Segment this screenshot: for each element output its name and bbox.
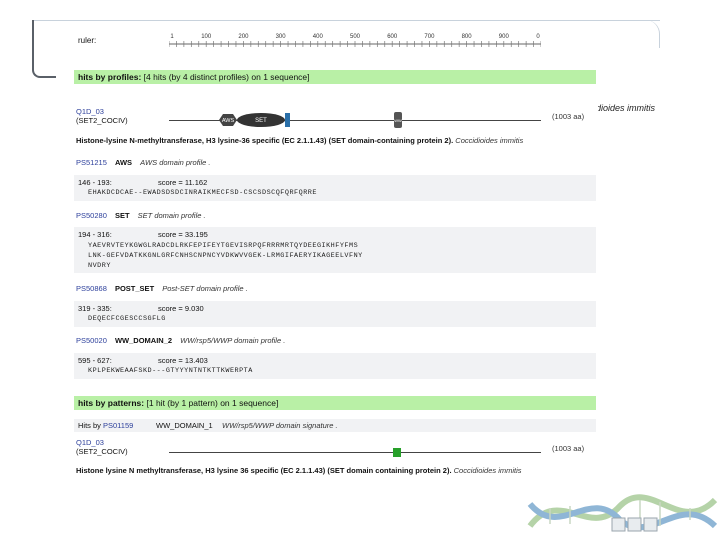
patterns-header-count: [1 hit (by 1 pattern) on 1 sequence]: [146, 398, 279, 408]
hit-name: POST_SET: [114, 284, 155, 293]
hit-sequence-line: KPLPEKWEAAFSKD---GTYYYNTNTKTTKWERPTA: [88, 367, 253, 375]
hit-header-post-set: PS50868 POST_SET Post-SET domain profile…: [74, 284, 596, 293]
hit-name: WW_DOMAIN_2: [114, 336, 173, 345]
ruler-tick-label: 500: [350, 34, 361, 40]
protein-description-text: Histone-lysine N-methyltransferase, H3 l…: [76, 136, 454, 145]
pattern-name: WW_DOMAIN_1: [156, 421, 213, 430]
ruler-label: ruler:: [78, 36, 97, 45]
hit-score: score = 33.195: [158, 230, 208, 239]
dna-helix-decoration: [527, 494, 718, 532]
hit-description: WW/rsp5/WWP domain profile .: [180, 336, 286, 345]
hit-sequence-line: EHAKDCDCAE--EWADSDSDCINRAIKMECFSD-CSCSDS…: [88, 189, 317, 197]
protein-name: (SET2_COCIV): [76, 447, 128, 456]
patterns-header-label: hits by patterns:: [78, 398, 145, 408]
hit-range: 194 - 316:: [78, 230, 112, 239]
hit-header-ww: PS50020 WW_DOMAIN_2 WW/rsp5/WWP domain p…: [74, 336, 596, 345]
slide-frame-top-line: [32, 20, 660, 21]
ruler-tick-label: 800: [462, 34, 473, 40]
pattern-accession-link[interactable]: PS01159: [103, 421, 133, 430]
logo-box-3: [643, 517, 658, 532]
hit-header-set: PS50280 SET SET domain profile .: [74, 211, 596, 220]
protein-description-2: Histone lysine N methyltransferase, H3 l…: [74, 466, 596, 475]
hit-score: score = 13.403: [158, 356, 208, 365]
hit-score: score = 9.030: [158, 304, 204, 313]
protein-description: Histone-lysine N-methyltransferase, H3 l…: [74, 136, 596, 145]
hit-detail-set: 194 - 316: score = 33.195 YAEVRVTEYKGWGL…: [74, 227, 596, 273]
slide-frame-corner: [600, 20, 660, 48]
hit-range: 319 - 335:: [78, 304, 112, 313]
hit-detail-aws: 146 - 193: score = 11.162 EHAKDCDCAE--EW…: [74, 175, 596, 201]
hit-accession-link[interactable]: PS51215: [74, 158, 107, 167]
hit-name: SET: [114, 211, 130, 220]
protein-length: (1003 aa): [552, 112, 585, 121]
ruler-tick-label: 1: [170, 34, 174, 40]
ruler-tick-label: 200: [238, 34, 249, 40]
hit-description: AWS domain profile .: [140, 158, 211, 167]
ruler-tick-label: 300: [276, 34, 287, 40]
patterns-header: hits by patterns: [1 hit (by 1 pattern) …: [74, 396, 596, 410]
hit-range: 146 - 193:: [78, 178, 112, 187]
hit-score: score = 11.162: [158, 178, 208, 187]
hit-sequence-line: NVDRY: [88, 262, 111, 270]
pattern-hit-prefix: Hits by: [78, 421, 101, 430]
profiles-header-label: hits by profiles:: [78, 72, 142, 82]
pattern-hit-row: Hits by PS01159 WW_DOMAIN_1 WW/rsp5/WWP …: [74, 419, 596, 432]
ruler-axis: 1 100 200 300 400 500 600 700 800 900 0: [169, 34, 541, 47]
hit-sequence-line: DEQECFCGESCCSGFLG: [88, 315, 166, 323]
ruler-tick-label: 0: [536, 34, 540, 40]
ww-glyph-label: WW: [394, 118, 402, 123]
pattern-match-glyph[interactable]: [393, 448, 401, 457]
organism-overflow-text: dioides immitis: [596, 103, 656, 113]
slide-frame-bracket: [32, 20, 56, 78]
ruler-tick-label: 700: [424, 34, 435, 40]
prosite-results-panel: ruler: 1 100 200 300 400 500 600 700 800 900 0 hit…: [64, 24, 598, 492]
ruler-tick-label: 600: [387, 34, 398, 40]
logo-box-1: [611, 517, 626, 532]
protein-name: (SET2_COCIV): [76, 116, 128, 125]
domain-glyphs: AWS SET WW: [219, 112, 402, 128]
hit-header-aws: PS51215 AWS AWS domain profile .: [74, 158, 596, 167]
protein-id-link[interactable]: Q1D_03: [76, 438, 104, 447]
hit-detail-post-set: 319 - 335: score = 9.030 DEQECFCGESCCSGF…: [74, 301, 596, 327]
hit-range: 595 - 627:: [78, 356, 112, 365]
hit-description: Post-SET domain profile .: [162, 284, 248, 293]
hit-sequence-line: YAEVRVTEYKGWGLRADCDLRKFEPIFEYTGEVISRPQFR…: [88, 242, 359, 250]
hit-detail-ww: 595 - 627: score = 13.403 KPLPEKWEAAFSKD…: [74, 353, 596, 379]
protein-length-2: (1003 aa): [552, 444, 585, 453]
post-set-domain-glyph[interactable]: [285, 113, 290, 127]
hit-accession-link[interactable]: PS50868: [74, 284, 107, 293]
hit-sequence-line: LNK-GEFVDATKKGNLGRFCNHSCNPNCYVDKWVVGEK-L…: [88, 252, 363, 260]
hit-name: AWS: [114, 158, 133, 167]
protein-organism: Coccidioides immitis: [453, 466, 522, 475]
protein-id-link[interactable]: Q1D_03: [76, 107, 104, 116]
set-glyph-label: SET: [255, 118, 267, 124]
pattern-description: WW/rsp5/WWP domain signature .: [222, 421, 338, 430]
aws-glyph-label: AWS: [222, 118, 235, 124]
profiles-header: hits by profiles: [4 hits (by 4 distinct…: [74, 70, 596, 84]
hit-accession-link[interactable]: PS50020: [74, 336, 107, 345]
ruler-tick-label: 400: [313, 34, 324, 40]
ruler-tick-label: 900: [499, 34, 510, 40]
hit-accession-link[interactable]: PS50280: [74, 211, 107, 220]
protein-track-2: [169, 452, 541, 453]
ruler-tick-label: 100: [201, 34, 212, 40]
hit-description: SET domain profile .: [137, 211, 206, 220]
protein-description-text: Histone lysine N methyltransferase, H3 l…: [76, 466, 452, 475]
profiles-header-count: [4 hits (by 4 distinct profiles) on 1 se…: [143, 72, 310, 82]
protein-organism: Coccidioides immitis: [455, 136, 524, 145]
logo-box-2: [627, 517, 642, 532]
